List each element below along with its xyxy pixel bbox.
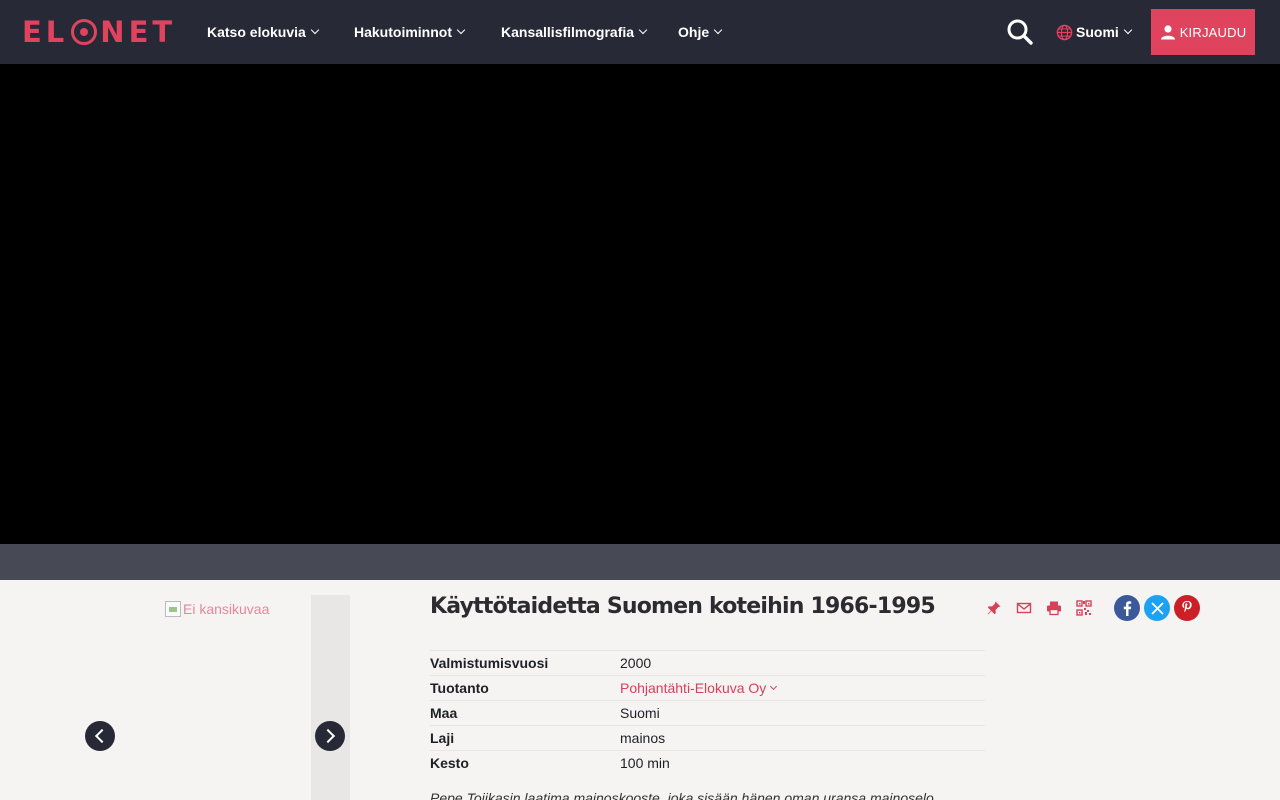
- logo-eye-icon: [71, 19, 98, 45]
- video-control-bar: [0, 544, 1280, 580]
- cover-alt-text: Ei kansikuvaa: [183, 601, 270, 617]
- facebook-icon[interactable]: [1114, 595, 1140, 621]
- login-button[interactable]: KIRJAUDU: [1151, 9, 1255, 55]
- chevron-right-icon: [320, 728, 336, 744]
- film-details-section: Ei kansikuvaa Käyttötaidetta Suomen kote…: [0, 580, 1280, 800]
- info-row-production: Tuotanto Pohjantähti-Elokuva Oy: [430, 675, 985, 700]
- info-row-year: Valmistumisvuosi 2000: [430, 650, 985, 675]
- info-row-duration: Kesto 100 min: [430, 750, 985, 775]
- x-icon[interactable]: [1144, 595, 1170, 621]
- chevron-down-icon: [638, 25, 648, 35]
- chevron-left-icon: [94, 728, 110, 744]
- pin-icon[interactable]: [986, 600, 1002, 617]
- nav-katso-elokuvia[interactable]: Katso elokuvia: [207, 22, 320, 42]
- production-company-link[interactable]: Pohjantähti-Elokuva Oy: [620, 680, 778, 696]
- chevron-down-icon: [713, 25, 723, 35]
- chevron-down-icon: [310, 25, 320, 35]
- info-row-genre: Laji mainos: [430, 725, 985, 750]
- video-player[interactable]: [0, 64, 1280, 544]
- language-selector[interactable]: Suomi: [1056, 22, 1133, 42]
- elonet-logo[interactable]: EL NET: [22, 15, 176, 49]
- chevron-down-icon: [456, 25, 466, 35]
- language-label: Suomi: [1076, 24, 1119, 40]
- info-row-country: Maa Suomi: [430, 700, 985, 725]
- gallery-next-button[interactable]: [315, 721, 345, 751]
- nav-ohje[interactable]: Ohje: [678, 22, 723, 42]
- cover-image-placeholder: Ei kansikuvaa: [165, 601, 269, 617]
- qr-icon[interactable]: [1076, 600, 1092, 617]
- chevron-down-icon: [1123, 25, 1133, 35]
- search-icon[interactable]: [1006, 18, 1034, 46]
- globe-icon: [1056, 24, 1073, 40]
- gallery-strip: [311, 595, 350, 800]
- film-info-table: Valmistumisvuosi 2000 Tuotanto Pohjantäh…: [430, 650, 985, 775]
- film-title: Käyttötaidetta Suomen koteihin 1966-1995: [430, 594, 936, 619]
- chevron-down-icon: [770, 682, 778, 691]
- pinterest-icon[interactable]: [1174, 595, 1200, 621]
- print-icon[interactable]: [1046, 600, 1062, 617]
- broken-image-icon: [165, 601, 181, 617]
- nav-kansallisfilmografia[interactable]: Kansallisfilmografia: [501, 22, 648, 42]
- mail-icon[interactable]: [1016, 600, 1032, 617]
- user-icon: [1160, 25, 1175, 40]
- site-header: EL NET Katso elokuvia Hakutoiminnot Kansa…: [0, 0, 1280, 64]
- gallery-prev-button[interactable]: [85, 721, 115, 751]
- film-description: Pepe Tojikasin laatima mainoskooste, jok…: [430, 790, 934, 800]
- nav-hakutoiminnot[interactable]: Hakutoiminnot: [354, 22, 466, 42]
